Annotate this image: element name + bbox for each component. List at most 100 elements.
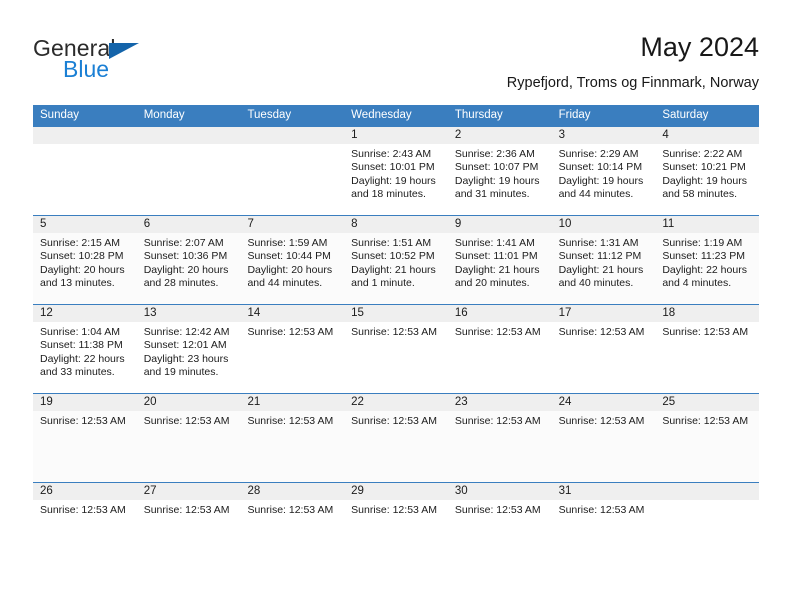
day-cell[interactable]: 2 Sunrise: 2:36 AM Sunset: 10:07 PM Dayligh… (447, 127, 552, 215)
day-details: Sunrise: 12:53 AM (33, 500, 137, 517)
day-cell[interactable]: 14 Sunrise: 12:53 AM (240, 305, 345, 393)
weekday-header-row: Sunday Monday Tuesday Wednesday Thursday Frid… (33, 105, 759, 126)
sunset-text: Sunset: 12:01 AM (143, 339, 227, 352)
day-details: Sunrise: 12:53 AM (655, 322, 759, 339)
day-number: 20 (136, 394, 241, 411)
page-title: May 2024 (640, 32, 759, 62)
day-details: Sunrise: 1:59 AM Sunset: 10:44 PM Daylight… (240, 233, 344, 291)
sunrise-text: Sunrise: 12:42 AM (143, 326, 230, 338)
day-cell[interactable]: 10 Sunrise: 1:31 AM Sunset: 11:12 PM Daylig… (551, 216, 656, 304)
day-cell[interactable]: 5 Sunrise: 2:15 AM Sunset: 10:28 PM Dayligh… (33, 216, 137, 304)
day-details: Sunrise: 1:31 AM Sunset: 11:12 PM Daylight… (552, 233, 656, 291)
day-number: 18 (655, 305, 760, 322)
day-cell[interactable]: 29 Sunrise: 12:53 AM (344, 483, 448, 571)
day-cell[interactable]: 24 Sunrise: 12:53 AM (551, 394, 656, 482)
day-number: 2 (447, 127, 552, 144)
daylight-text: Daylight: 21 hours and 40 minutes. (558, 263, 644, 290)
day-cell[interactable]: 11 Sunrise: 1:19 AM Sunset: 11:23 PM Daylig… (655, 216, 760, 304)
day-number: 19 (33, 394, 137, 411)
sunset-text: Sunset: 11:38 PM (40, 339, 123, 352)
day-cell[interactable]: 27 Sunrise: 12:53 AM (136, 483, 241, 571)
day-cell[interactable]: 12 Sunrise: 1:04 AM Sunset: 11:38 PM Daylig… (33, 305, 137, 393)
day-details: Sunrise: 2:07 AM Sunset: 10:36 PM Daylight… (137, 233, 241, 291)
day-cell[interactable]: 7 Sunrise: 1:59 AM Sunset: 10:44 PM Dayligh… (240, 216, 345, 304)
day-number: 1 (344, 127, 448, 144)
day-details: Sunrise: 12:53 AM (344, 322, 448, 339)
sunrise-text: Sunrise: 2:36 AM (454, 148, 535, 160)
weekday-header-saturday: Saturday (662, 109, 709, 121)
weekday-header-monday: Monday (143, 109, 185, 121)
day-cell[interactable]: 18 Sunrise: 12:53 AM (655, 305, 760, 393)
day-cell[interactable]: 16 Sunrise: 12:53 AM (447, 305, 552, 393)
sunrise-text: Sunrise: 12:53 AM (143, 415, 230, 427)
sunrise-text: Sunrise: 12:53 AM (558, 504, 645, 516)
day-cell[interactable]: 22 Sunrise: 12:53 AM (344, 394, 448, 482)
day-cell[interactable]: 6 Sunrise: 2:07 AM Sunset: 10:36 PM Dayligh… (136, 216, 241, 304)
calendar-weeks: 1 Sunrise: 2:43 AM Sunset: 10:01 PM Dayligh… (33, 126, 760, 571)
day-cell[interactable]: 8 Sunrise: 1:51 AM Sunset: 10:52 PM Dayligh… (344, 216, 448, 304)
day-details: Sunrise: 12:42 AM Sunset: 12:01 AM Dayligh… (137, 322, 241, 380)
day-cell[interactable]: 4 Sunrise: 2:22 AM Sunset: 10:21 PM Dayligh… (655, 127, 760, 215)
day-cell[interactable]: 1 Sunrise: 2:43 AM Sunset: 10:01 PM Dayligh… (344, 127, 448, 215)
day-cell[interactable]: 15 Sunrise: 12:53 AM (344, 305, 448, 393)
day-details: Sunrise: 1:41 AM Sunset: 11:01 PM Daylight… (448, 233, 552, 291)
day-details: Sunrise: 12:53 AM (448, 500, 552, 517)
day-cell-empty (136, 127, 241, 215)
day-details: Sunrise: 12:53 AM (655, 411, 759, 428)
sunrise-text: Sunrise: 12:53 AM (247, 326, 334, 338)
day-details (655, 500, 759, 504)
day-cell[interactable]: 21 Sunrise: 12:53 AM (240, 394, 345, 482)
day-cell[interactable]: 9 Sunrise: 1:41 AM Sunset: 11:01 PM Dayligh… (447, 216, 552, 304)
day-details: Sunrise: 1:19 AM Sunset: 11:23 PM Daylight… (655, 233, 759, 291)
day-number: 25 (655, 394, 760, 411)
title-block: May 2024 Rypefjord, Troms og Finnmark, N… (507, 30, 759, 94)
page-subtitle: Rypefjord, Troms og Finnmark, Norway (506, 75, 759, 91)
day-number: 15 (344, 305, 448, 322)
calendar-week-row: 26 Sunrise: 12:53 AM 27 Sunrise: 12:53 AM 28… (33, 482, 760, 571)
sunrise-text: Sunrise: 12:53 AM (40, 504, 126, 516)
day-number: 4 (655, 127, 760, 144)
sunset-text: Sunset: 10:36 PM (143, 250, 228, 263)
day-details: Sunrise: 2:43 AM Sunset: 10:01 PM Daylight… (344, 144, 448, 202)
day-number: 30 (447, 483, 552, 500)
day-cell[interactable]: 20 Sunrise: 12:53 AM (136, 394, 241, 482)
sunset-text: Sunset: 10:01 PM (351, 161, 435, 174)
sunset-text: Sunset: 11:23 PM (662, 250, 745, 263)
triangle-icon (109, 43, 139, 59)
day-cell[interactable]: 13 Sunrise: 12:42 AM Sunset: 12:01 AM Dayli… (136, 305, 241, 393)
day-number: 14 (240, 305, 345, 322)
daylight-text: Daylight: 19 hours and 44 minutes. (558, 174, 644, 201)
day-number: 12 (33, 305, 137, 322)
day-cell[interactable]: 3 Sunrise: 2:29 AM Sunset: 10:14 PM Dayligh… (551, 127, 656, 215)
day-cell[interactable]: 26 Sunrise: 12:53 AM (33, 483, 137, 571)
sunset-text: Sunset: 11:01 PM (454, 250, 538, 263)
day-details: Sunrise: 12:53 AM (552, 500, 656, 517)
day-number (136, 127, 241, 144)
day-number: 10 (551, 216, 656, 233)
logo-word-blue: Blue (63, 56, 110, 82)
sunrise-text: Sunrise: 12:53 AM (247, 415, 334, 427)
day-cell[interactable]: 31 Sunrise: 12:53 AM (551, 483, 656, 571)
day-cell[interactable]: 25 Sunrise: 12:53 AM (655, 394, 760, 482)
daylight-text: Daylight: 21 hours and 20 minutes. (454, 263, 540, 290)
day-details (240, 144, 344, 148)
day-cell[interactable]: 17 Sunrise: 12:53 AM (551, 305, 656, 393)
sunset-text: Sunset: 11:12 PM (558, 250, 642, 263)
day-cell[interactable]: 28 Sunrise: 12:53 AM (240, 483, 345, 571)
day-details: Sunrise: 1:04 AM Sunset: 11:38 PM Daylight… (33, 322, 137, 380)
sunset-text: Sunset: 10:52 PM (351, 250, 435, 263)
sunrise-text: Sunrise: 1:04 AM (40, 326, 120, 338)
day-number: 29 (344, 483, 448, 500)
day-cell[interactable]: 19 Sunrise: 12:53 AM (33, 394, 137, 482)
daylight-text: Daylight: 22 hours and 33 minutes. (40, 352, 125, 379)
day-details: Sunrise: 2:29 AM Sunset: 10:14 PM Daylight… (552, 144, 656, 202)
day-number: 6 (136, 216, 241, 233)
day-number: 16 (447, 305, 552, 322)
sunrise-text: Sunrise: 12:53 AM (351, 326, 437, 338)
weekday-header-sunday: Sunday (40, 109, 80, 121)
day-cell[interactable]: 30 Sunrise: 12:53 AM (447, 483, 552, 571)
day-cell[interactable]: 23 Sunrise: 12:53 AM (447, 394, 552, 482)
day-number: 24 (551, 394, 656, 411)
day-details: Sunrise: 2:15 AM Sunset: 10:28 PM Daylight… (33, 233, 137, 291)
day-details: Sunrise: 12:53 AM (137, 411, 241, 428)
